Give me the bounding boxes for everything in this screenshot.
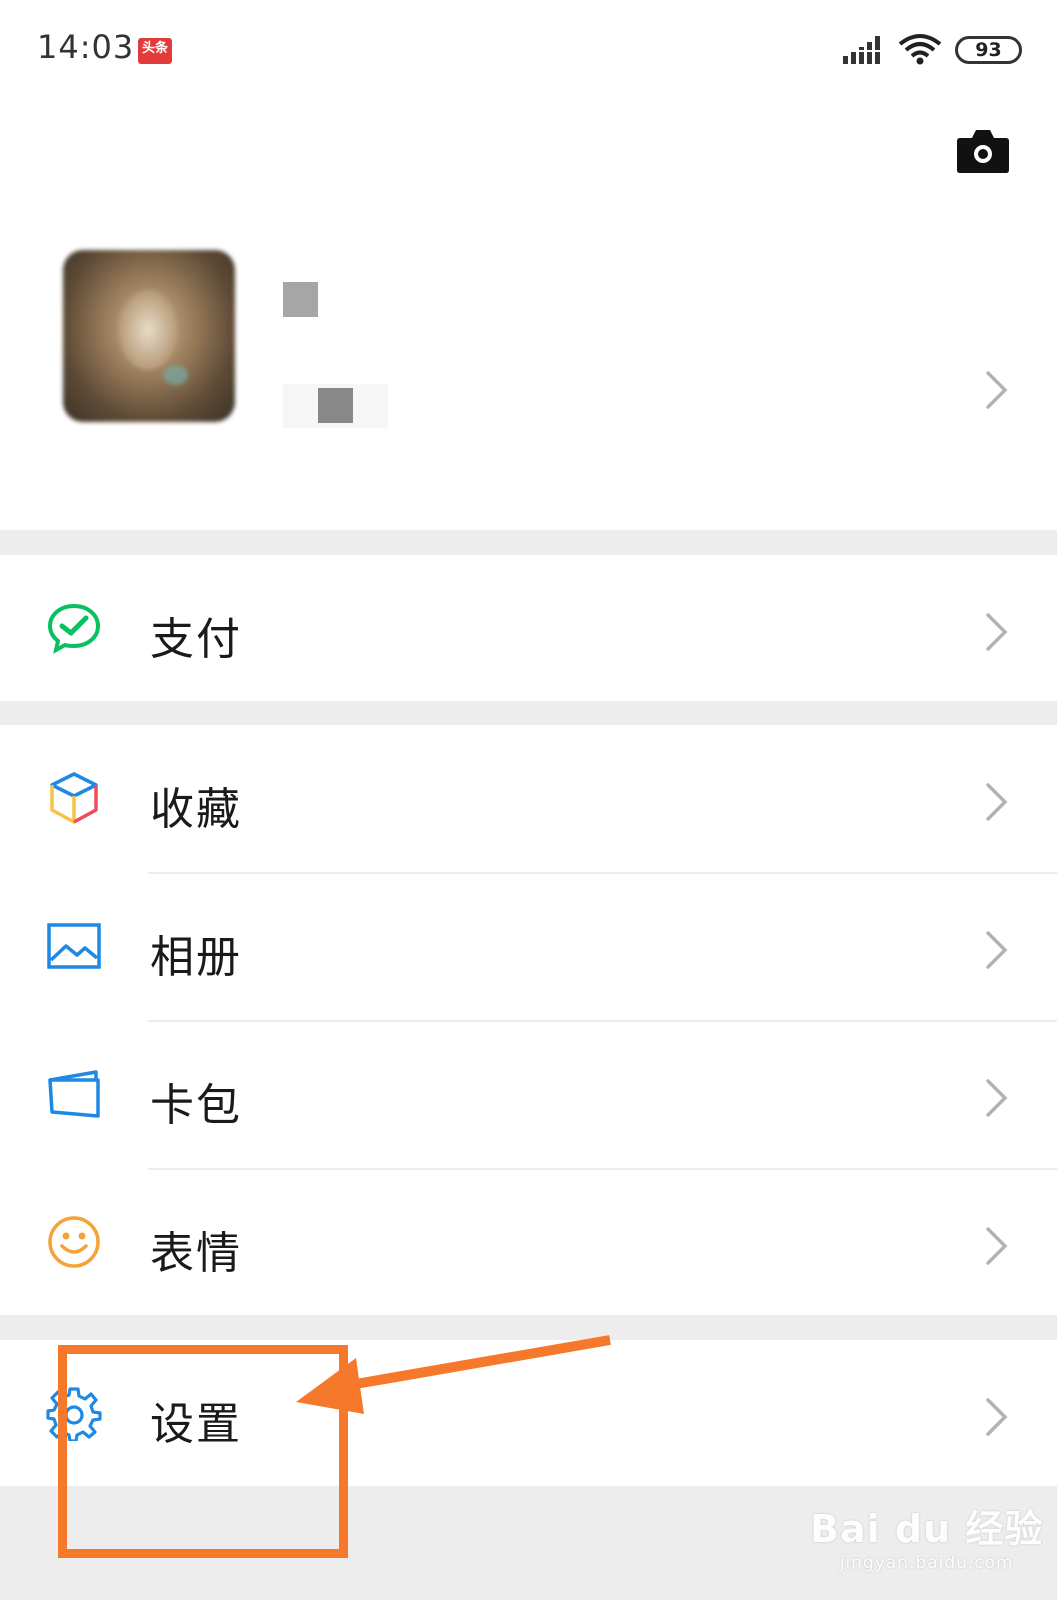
smiley-icon [48,1216,100,1268]
menu-label: 相册 [150,932,242,983]
menu-item-pay[interactable]: 支付 [0,555,1057,702]
section-tools: 收藏 相册 卡包 表情 [0,725,1057,1315]
signal-icon [843,36,880,64]
chevron-right-icon [985,370,1009,414]
toutiao-notification-icon: 头条 [138,38,172,64]
menu-label: 支付 [150,614,242,665]
chevron-right-icon [985,782,1009,822]
menu-item-cards[interactable]: 卡包 [0,1021,1057,1168]
wechat-pay-icon [47,603,101,654]
wifi-icon [898,34,942,65]
photo-album-icon [47,923,101,969]
menu-item-favorites[interactable]: 收藏 [0,725,1057,872]
chevron-right-icon [985,1226,1009,1266]
menu-item-album[interactable]: 相册 [0,873,1057,1020]
menu-label: 收藏 [150,784,242,835]
section-pay: 支付 [0,555,1057,701]
chevron-right-icon [985,1078,1009,1118]
chevron-right-icon [985,1397,1009,1437]
status-time: 14:03 [37,28,135,66]
menu-label: 卡包 [150,1080,242,1131]
chevron-right-icon [985,930,1009,970]
highlight-box [58,1345,348,1558]
status-bar: 14:03 头条 93 [0,0,1057,100]
chevron-right-icon [985,612,1009,652]
wechat-id-redacted [318,388,353,423]
card-wallet-icon [48,1070,100,1118]
nickname-redacted [283,282,318,317]
avatar[interactable] [63,250,235,422]
baidu-jingyan-watermark: Bai du 经验 jingyan.baidu.com [810,1507,1044,1573]
menu-item-stickers[interactable]: 表情 [0,1169,1057,1316]
battery-icon: 93 [955,36,1022,64]
menu-label: 表情 [150,1228,242,1279]
profile-header[interactable] [0,100,1057,530]
camera-icon[interactable] [956,128,1010,174]
cube-icon [50,772,98,824]
